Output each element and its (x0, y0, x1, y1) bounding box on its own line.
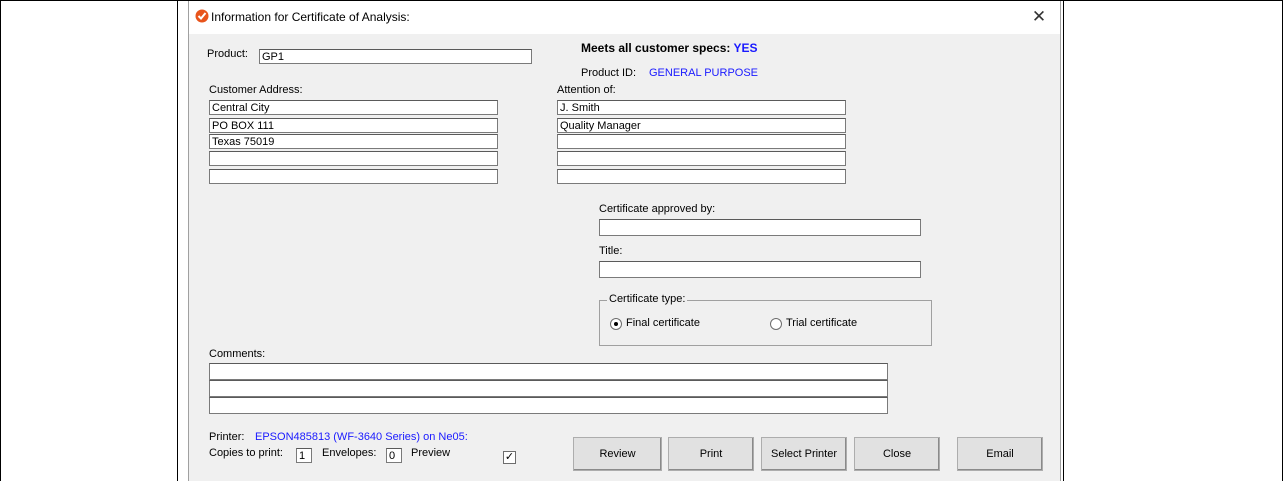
title-label: Title: (599, 245, 623, 257)
attention-line[interactable] (557, 151, 846, 166)
product-field[interactable]: GP1 (259, 49, 532, 64)
certificate-type-label: Certificate type: (607, 293, 688, 305)
certificate-type-group: Certificate type: Final certificate Tria… (599, 293, 932, 346)
attention-line[interactable] (557, 169, 846, 184)
specs-label: Meets all customer specs: YES (581, 41, 758, 55)
product-id-value: GENERAL PURPOSE (649, 67, 759, 79)
select-printer-button[interactable]: Select Printer (761, 437, 847, 471)
final-certificate-radio[interactable] (610, 318, 622, 330)
approved-by-label: Certificate approved by: (599, 203, 716, 215)
table-column-divider (177, 0, 178, 481)
product-label: Product: (207, 48, 248, 60)
close-icon[interactable]: ✕ (1026, 4, 1052, 30)
printer-label: Printer: (209, 431, 245, 443)
printer-value: EPSON485813 (WF-3640 Series) on Ne05: (255, 431, 468, 443)
customer-address-line[interactable]: PO BOX 111 (209, 118, 498, 133)
approved-by-field[interactable] (599, 219, 921, 236)
copies-field[interactable]: 1 (296, 448, 312, 463)
title-bar: Information for Certificate of Analysis:… (189, 1, 1060, 34)
comments-line[interactable] (209, 397, 888, 414)
specs-value: YES (733, 41, 758, 55)
envelopes-field[interactable]: 0 (386, 448, 402, 463)
comments-label: Comments: (209, 348, 266, 360)
trial-certificate-radio[interactable] (770, 318, 782, 330)
envelopes-label: Envelopes: (322, 447, 377, 459)
specs-label-text: Meets all customer specs: (581, 41, 731, 55)
comments-line[interactable] (209, 363, 888, 380)
app-logo-icon (195, 9, 209, 23)
customer-address-line[interactable]: Central City (209, 100, 498, 115)
email-button[interactable]: Email (957, 437, 1043, 471)
attention-line[interactable]: Quality Manager (557, 118, 846, 133)
close-button[interactable]: Close (854, 437, 940, 471)
title-field[interactable] (599, 261, 921, 278)
table-border-left (0, 0, 1, 481)
attention-line[interactable]: J. Smith (557, 100, 846, 115)
attention-line[interactable] (557, 134, 846, 149)
checkmark-icon: ✓ (504, 451, 515, 463)
review-button[interactable]: Review (573, 437, 662, 471)
table-column-divider (1063, 0, 1064, 481)
final-certificate-label[interactable]: Final certificate (626, 317, 700, 329)
customer-address-label: Customer Address: (209, 84, 303, 96)
print-button[interactable]: Print (668, 437, 754, 471)
certificate-dialog: Information for Certificate of Analysis:… (188, 1, 1061, 481)
customer-address-line[interactable] (209, 151, 498, 166)
product-id-label: Product ID: (581, 67, 637, 79)
preview-checkbox[interactable]: ✓ (503, 451, 516, 464)
preview-label: Preview (411, 447, 451, 459)
trial-certificate-label[interactable]: Trial certificate (786, 317, 857, 329)
customer-address-line[interactable]: Texas 75019 (209, 134, 498, 149)
comments-line[interactable] (209, 380, 888, 397)
attention-label: Attention of: (557, 84, 616, 96)
radio-dot-icon (614, 322, 618, 326)
copies-label: Copies to print: (209, 447, 283, 459)
window-title: Information for Certificate of Analysis: (211, 10, 410, 24)
customer-address-line[interactable] (209, 169, 498, 184)
